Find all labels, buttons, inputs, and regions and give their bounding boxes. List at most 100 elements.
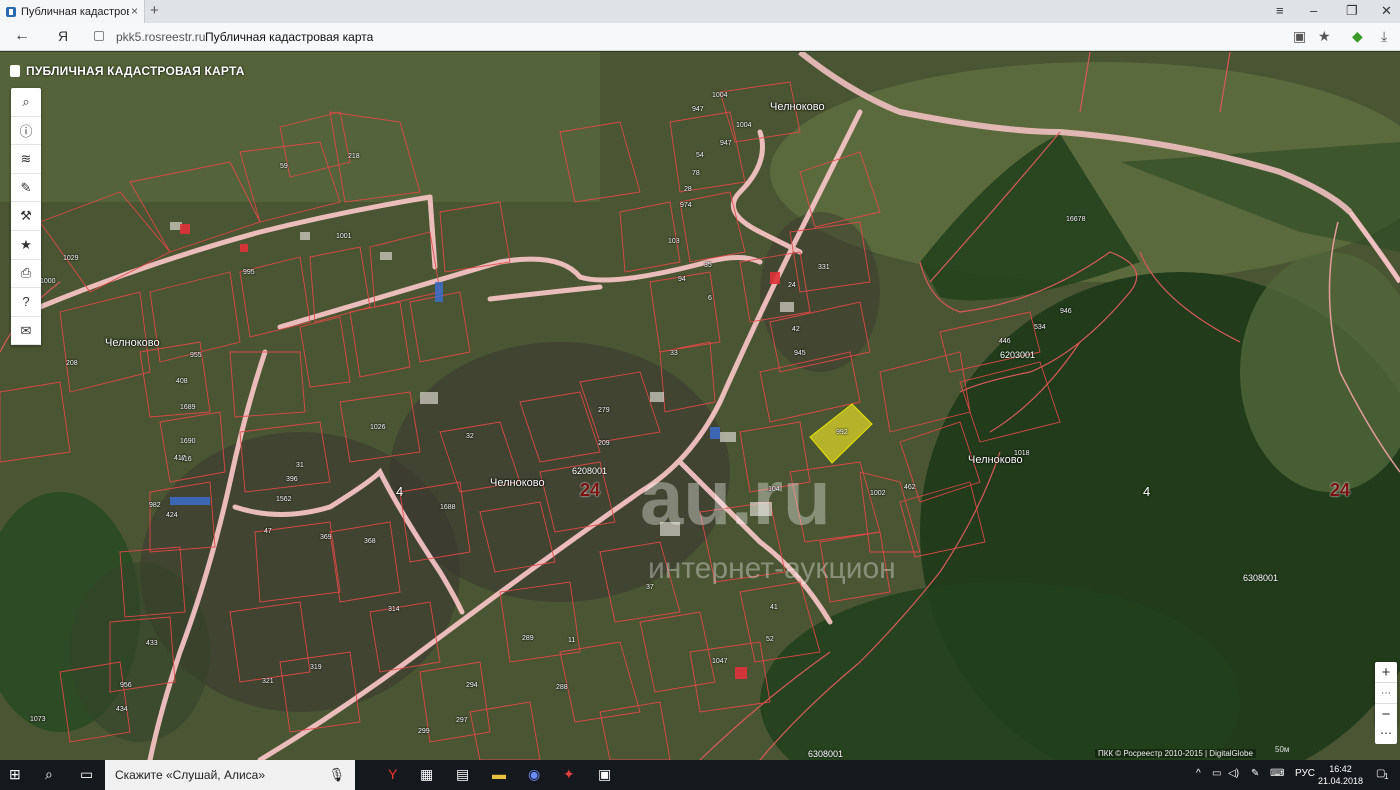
parcel-number[interactable]: 1026 xyxy=(370,424,386,431)
parcel-number[interactable]: 103 xyxy=(668,238,680,245)
microphone-icon[interactable]: 🎙 xyxy=(328,767,345,783)
measure-icon[interactable]: ⚒ xyxy=(11,202,41,231)
protect-icon[interactable]: ◆ xyxy=(1352,28,1363,45)
parcel-number[interactable]: 1004 xyxy=(712,92,728,99)
help-icon[interactable]: ? xyxy=(11,288,41,317)
parcel-number[interactable]: 279 xyxy=(598,407,610,414)
keyboard-icon[interactable]: ⌨ xyxy=(1270,768,1284,779)
parcel-number[interactable]: 24 xyxy=(788,282,796,289)
parcel-number[interactable]: 32 xyxy=(466,433,474,440)
mail-icon[interactable]: ✉ xyxy=(11,317,41,346)
clock[interactable]: 16:42 21.04.2018 xyxy=(1318,763,1363,787)
parcel-number[interactable]: 434 xyxy=(116,706,128,713)
parcel-number[interactable]: 78 xyxy=(692,170,700,177)
parcel-number[interactable]: 462 xyxy=(904,484,916,491)
parcel-number[interactable]: 408 xyxy=(176,378,188,385)
parcel-number[interactable]: 955 xyxy=(190,352,202,359)
bookmark-icon[interactable]: ★ xyxy=(1318,28,1331,45)
parcel-number[interactable]: 289 xyxy=(522,635,534,642)
zoom-in-button[interactable]: + xyxy=(1375,662,1397,683)
print-icon[interactable]: ⎙ xyxy=(11,260,41,289)
app-icon[interactable]: ✦ xyxy=(563,766,575,783)
parcel-number[interactable]: 54 xyxy=(696,152,704,159)
calculator-icon[interactable]: ▦ xyxy=(420,766,433,783)
parcel-number[interactable]: 995 xyxy=(243,269,255,276)
parcel-number[interactable]: 1029 xyxy=(63,255,79,262)
parcel-number[interactable]: 417 xyxy=(174,455,186,462)
parcel-number[interactable]: 11 xyxy=(568,637,575,644)
parcel-number[interactable]: 28 xyxy=(684,186,692,193)
reader-mode-icon[interactable]: ▣ xyxy=(1293,28,1306,45)
selected-parcel-number[interactable]: 992 xyxy=(836,429,848,436)
parcel-number[interactable]: 1001 xyxy=(336,233,352,240)
parcel-number[interactable]: 16678 xyxy=(1066,216,1085,223)
parcel-number[interactable]: 331 xyxy=(818,264,830,271)
map-more-button[interactable]: ⋯ xyxy=(1375,722,1397,744)
parcel-number[interactable]: 1690 xyxy=(180,438,196,445)
downloads-icon[interactable]: ⤓ xyxy=(1381,28,1387,45)
close-window-button[interactable]: ✕ xyxy=(1381,3,1392,19)
layers-icon[interactable]: ≋ xyxy=(11,145,41,174)
parcel-number[interactable]: 947 xyxy=(692,106,704,113)
task-view-icon[interactable]: ▭ xyxy=(80,766,93,783)
url-domain[interactable]: pkk5.rosreestr.ru xyxy=(116,30,205,44)
back-button[interactable]: ← xyxy=(14,27,30,45)
parcel-number[interactable]: 321 xyxy=(262,678,274,685)
parcel-number[interactable]: 534 xyxy=(1034,324,1046,331)
new-tab-button[interactable]: + xyxy=(150,2,159,19)
tray-chevron-icon[interactable]: ^ xyxy=(1196,768,1201,779)
discord-icon[interactable]: ◉ xyxy=(528,766,540,783)
search-icon[interactable]: ⌕ xyxy=(45,766,53,783)
image-viewer-icon[interactable]: ▣ xyxy=(598,766,611,783)
parcel-number[interactable]: 52 xyxy=(766,636,774,643)
parcel-number[interactable]: 1073 xyxy=(30,716,46,723)
parcel-number[interactable]: 1688 xyxy=(440,504,456,511)
parcel-number[interactable]: 1562 xyxy=(276,496,292,503)
parcel-number[interactable]: 297 xyxy=(456,717,468,724)
parcel-number[interactable]: 31 xyxy=(296,462,304,469)
zoom-level-icon[interactable]: ⋯ xyxy=(1375,683,1397,704)
parcel-number[interactable]: 433 xyxy=(146,640,158,647)
parcel-number[interactable]: 294 xyxy=(466,682,478,689)
restore-button[interactable]: ❐ xyxy=(1346,3,1358,19)
parcel-number[interactable]: 982 xyxy=(149,502,161,509)
url-page-title[interactable]: Публичная кадастровая карта xyxy=(205,30,373,44)
star-icon[interactable]: ★ xyxy=(11,231,41,260)
minimize-button[interactable]: – xyxy=(1310,3,1317,18)
parcel-number[interactable]: 47 xyxy=(264,528,272,535)
parcel-number[interactable]: 1689 xyxy=(180,404,196,411)
parcel-number[interactable]: 41 xyxy=(770,604,778,611)
parcel-number[interactable]: 956 xyxy=(120,682,132,689)
parcel-number[interactable]: 974 xyxy=(680,202,692,209)
parcel-number[interactable]: 424 xyxy=(166,512,178,519)
cadastral-map[interactable]: au.ru интернет-аукцион Челноково Челноко… xyxy=(0,52,1400,760)
pen-icon[interactable]: ✎ xyxy=(1251,768,1259,779)
info-icon[interactable]: ⓘ xyxy=(11,117,41,146)
parcel-number[interactable]: 945 xyxy=(794,350,806,357)
parcel-number[interactable]: 319 xyxy=(310,664,322,671)
parcel-number[interactable]: 94 xyxy=(678,276,686,283)
taskbar-search-input[interactable]: Скажите «Слушай, Алиса» 🎙 xyxy=(105,760,355,790)
parcel-number[interactable]: 947 xyxy=(720,140,732,147)
network-icon[interactable]: ▭ xyxy=(1212,768,1221,779)
parcel-number[interactable]: 42 xyxy=(792,326,800,333)
language-indicator[interactable]: РУС xyxy=(1295,768,1315,779)
parcel-number[interactable]: 218 xyxy=(348,153,360,160)
parcel-number[interactable]: 33 xyxy=(670,350,678,357)
calendar-icon[interactable]: ▤ xyxy=(456,766,469,783)
parcel-number[interactable]: 1047 xyxy=(712,658,728,665)
parcel-number[interactable]: 1000 xyxy=(40,278,56,285)
parcel-number[interactable]: 35 xyxy=(704,262,712,269)
parcel-number[interactable]: 396 xyxy=(286,476,298,483)
parcel-number[interactable]: 368 xyxy=(364,538,376,545)
volume-icon[interactable]: ◁) xyxy=(1228,768,1239,779)
parcel-number[interactable]: 59 xyxy=(280,163,288,170)
parcel-number[interactable]: 209 xyxy=(598,440,610,447)
parcel-number[interactable]: 946 xyxy=(1060,308,1072,315)
parcel-number[interactable]: 446 xyxy=(999,338,1011,345)
parcel-number[interactable]: 1002 xyxy=(870,490,886,497)
parcel-number[interactable]: 288 xyxy=(556,684,568,691)
yandex-browser-icon[interactable]: Y xyxy=(388,766,397,782)
search-icon[interactable]: ⌕ xyxy=(11,88,41,117)
tab-pkk[interactable]: Публичная кадастровая × xyxy=(0,0,145,23)
